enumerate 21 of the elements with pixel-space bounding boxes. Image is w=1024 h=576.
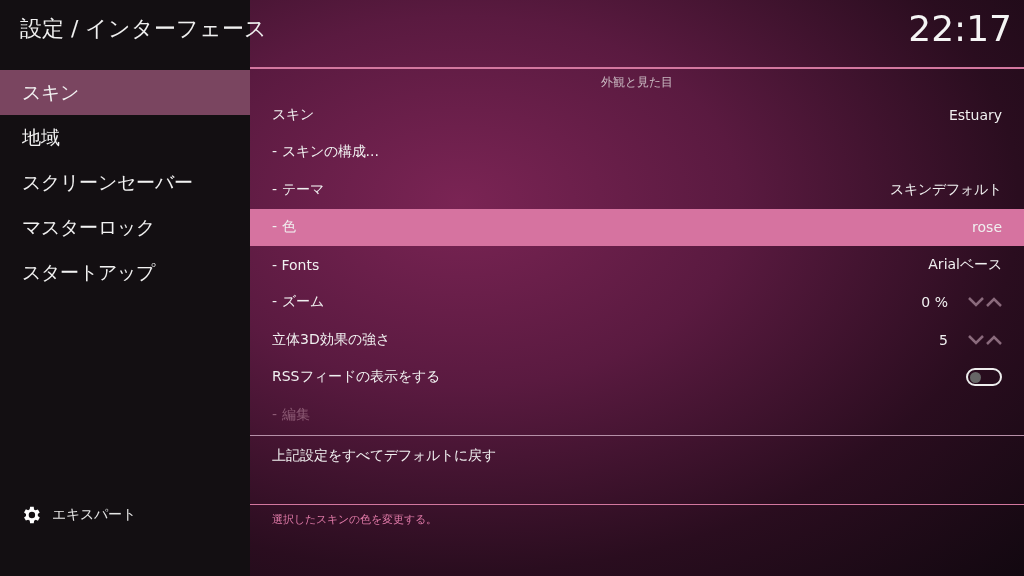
sidebar-item[interactable]: 地域: [0, 115, 250, 160]
settings-level-button[interactable]: エキスパート: [20, 504, 136, 526]
clock: 22:17: [908, 8, 1012, 51]
setting-row[interactable]: RSSフィードの表示をする: [250, 358, 1024, 396]
setting-row[interactable]: スキン Estuary: [250, 96, 1024, 134]
sidebar-item[interactable]: マスターロック: [0, 205, 250, 250]
description-text: 選択したスキンの色を変更する。: [272, 512, 437, 526]
section-title: 外観と見た目: [601, 74, 673, 91]
sidebar-item[interactable]: スクリーンセーバー: [0, 160, 250, 205]
setting-row[interactable]: - スキンの構成...: [250, 133, 1024, 171]
spinner-arrows-icon[interactable]: [968, 333, 1002, 346]
window-title: 設定 / インターフェース: [19, 15, 269, 43]
setting-row[interactable]: - テーマ スキンデフォルト: [250, 171, 1024, 209]
sidebar-item[interactable]: スタートアップ: [0, 250, 250, 295]
setting-row[interactable]: 立体3D効果の強さ 5: [250, 321, 1024, 359]
setting-row[interactable]: - ズーム 0 %: [250, 283, 1024, 321]
toggle-switch[interactable]: [966, 368, 1002, 387]
reset-button[interactable]: 上記設定をすべてデフォルトに戻す: [250, 435, 1024, 476]
spinner-arrows-icon[interactable]: [968, 296, 1002, 309]
sidebar-item[interactable]: スキン: [0, 70, 250, 115]
setting-row[interactable]: - Fonts Arialベース: [250, 246, 1024, 284]
